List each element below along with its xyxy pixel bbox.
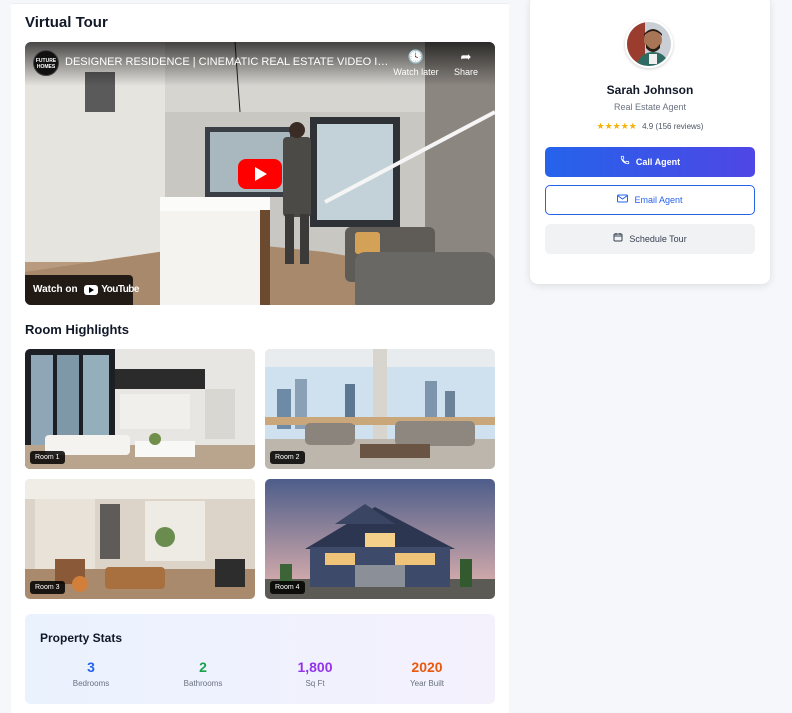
room-card[interactable]: Room 1 <box>25 349 255 469</box>
room-label: Room 4 <box>270 581 305 594</box>
share-arrow-icon: ➦ <box>460 49 472 64</box>
main-column: Virtual Tour FUTURE HOMES DESIGNER RESID… <box>11 3 509 713</box>
channel-logo[interactable]: FUTURE HOMES <box>33 50 59 76</box>
agent-card: Sarah Johnson Real Estate Agent ★★★★★ 4.… <box>530 0 770 284</box>
call-agent-label: Call Agent <box>635 157 681 167</box>
clock-icon: 🕓 <box>407 49 425 64</box>
stat-value: 2020 <box>411 659 443 675</box>
watch-on-label: Watch on <box>33 284 78 296</box>
stat-bedrooms: 3 Bedrooms <box>41 659 141 688</box>
avatar <box>625 20 673 68</box>
agent-photo <box>627 22 671 66</box>
agent-role: Real Estate Agent <box>613 102 687 112</box>
share-button[interactable]: ➦ Share <box>449 49 483 78</box>
stat-label: Bedrooms <box>72 679 110 688</box>
room-label: Room 3 <box>30 581 65 594</box>
stat-value: 1,800 <box>297 659 333 675</box>
property-stats-panel: Property Stats 3 Bedrooms 2 Bathrooms 1,… <box>25 614 495 704</box>
agent-name: Sarah Johnson <box>606 83 694 97</box>
room-label: Room 2 <box>270 451 305 464</box>
video-player[interactable]: FUTURE HOMES DESIGNER RESIDENCE | CINEMA… <box>25 42 495 305</box>
phone-icon <box>620 148 630 178</box>
play-button[interactable] <box>238 159 282 189</box>
video-title[interactable]: DESIGNER RESIDENCE | CINEMATIC REAL ESTA… <box>65 56 395 68</box>
watch-later-label: Watch later <box>393 67 439 77</box>
property-stats-title: Property Stats <box>40 631 123 645</box>
room-card[interactable]: Room 3 <box>25 479 255 599</box>
call-agent-button[interactable]: Call Agent <box>545 147 755 177</box>
stat-bathrooms: 2 Bathrooms <box>153 659 253 688</box>
watch-later-button[interactable]: 🕓 Watch later <box>393 49 439 78</box>
rating-text: 4.9 (156 reviews) <box>642 122 704 131</box>
schedule-tour-label: Schedule Tour <box>629 234 687 244</box>
star-rating-icon: ★★★★★ <box>596 121 637 131</box>
stat-label: Sq Ft <box>305 679 325 688</box>
stat-sqft: 1,800 Sq Ft <box>265 659 365 688</box>
email-agent-button[interactable]: Email Agent <box>545 185 755 215</box>
agent-rating: ★★★★★ 4.9 (156 reviews) <box>530 121 770 132</box>
stat-year-built: 2020 Year Built <box>377 659 477 688</box>
stat-label: Year Built <box>410 679 444 688</box>
stat-value: 2 <box>199 659 207 675</box>
virtual-tour-title: Virtual Tour <box>25 14 108 31</box>
schedule-tour-button[interactable]: Schedule Tour <box>545 224 755 254</box>
email-agent-label: Email Agent <box>634 195 683 205</box>
youtube-label: YouTube <box>101 284 139 295</box>
stat-value: 3 <box>87 659 95 675</box>
share-label: Share <box>453 67 479 77</box>
room-card[interactable]: Room 4 <box>265 479 495 599</box>
room-label: Room 1 <box>30 451 65 464</box>
calendar-icon <box>613 225 623 255</box>
room-card[interactable]: Room 2 <box>265 349 495 469</box>
mail-icon <box>617 187 629 215</box>
stat-label: Bathrooms <box>183 679 223 688</box>
youtube-logo-icon: YouTube <box>84 284 139 295</box>
watch-on-youtube-link[interactable]: Watch on YouTube <box>25 275 139 305</box>
room-highlights-title: Room Highlights <box>25 322 129 337</box>
